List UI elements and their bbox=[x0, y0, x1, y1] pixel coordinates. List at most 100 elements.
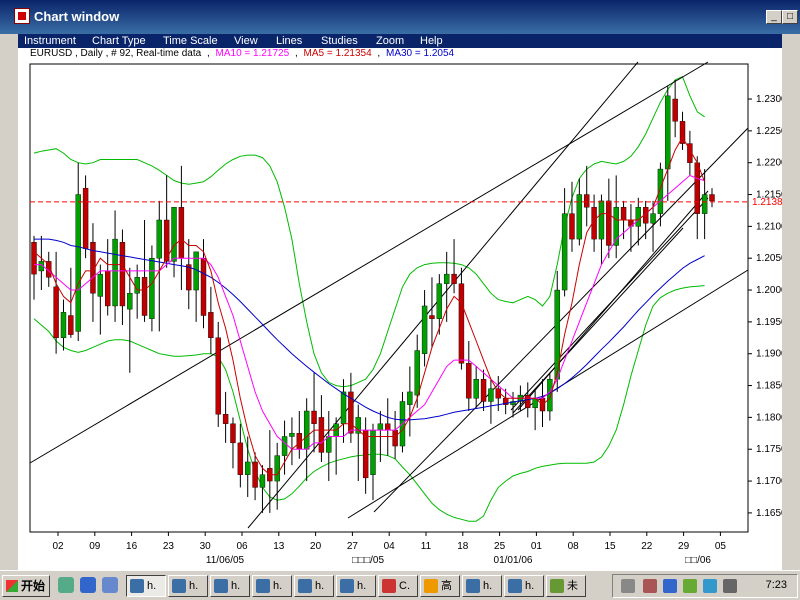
candle-body bbox=[385, 423, 391, 431]
candle-body bbox=[127, 293, 133, 310]
symbol-info: EURUSD , Daily , # 92, Real-time data bbox=[30, 48, 202, 59]
quicklaunch-desktop-icon[interactable] bbox=[58, 577, 74, 593]
menu-help[interactable]: Help bbox=[420, 34, 443, 48]
candle-body bbox=[606, 200, 612, 246]
menu-chart-type[interactable]: Chart Type bbox=[92, 34, 146, 48]
quicklaunch-media-icon[interactable] bbox=[102, 577, 118, 593]
candle-body bbox=[451, 273, 457, 284]
task-button[interactable]: h. bbox=[168, 575, 208, 597]
candle-body bbox=[245, 461, 251, 475]
candle-body bbox=[31, 242, 37, 275]
candle-body bbox=[303, 410, 310, 450]
candle-body bbox=[112, 238, 118, 307]
candle-body bbox=[407, 391, 413, 405]
menu-bar: Instrument Chart Type Time Scale View Li… bbox=[18, 34, 782, 48]
tray-icon[interactable] bbox=[643, 579, 657, 593]
candle-body bbox=[230, 423, 236, 444]
candle-body bbox=[141, 277, 148, 316]
price-chart[interactable]: 1.1650 1.1700 1.1750 1.1800 1.1850 1.1900 1.19… bbox=[18, 48, 782, 570]
x-tick-label: 25 bbox=[494, 541, 506, 552]
window-title: Chart window bbox=[34, 9, 120, 24]
y-tick-label: 1.1800 bbox=[756, 412, 782, 423]
menu-studies[interactable]: Studies bbox=[321, 34, 358, 48]
x-tick-label: 23 bbox=[163, 541, 175, 552]
y-tick-label: 1.2250 bbox=[756, 126, 782, 137]
candle-body bbox=[429, 315, 435, 319]
task-button[interactable]: h. bbox=[126, 575, 166, 597]
chart-header: EURUSD , Daily , # 92, Real-time data , … bbox=[30, 48, 455, 59]
x-tick-label: 29 bbox=[678, 541, 690, 552]
candle-body bbox=[340, 391, 347, 424]
y-tick-label: 1.2100 bbox=[756, 221, 782, 232]
candle-body bbox=[598, 200, 605, 240]
candle-body bbox=[584, 194, 590, 208]
menu-instrument[interactable]: Instrument bbox=[24, 34, 76, 48]
menu-lines[interactable]: Lines bbox=[276, 34, 302, 48]
task-button[interactable]: h. bbox=[294, 575, 334, 597]
candle-body bbox=[97, 273, 104, 297]
app-icon bbox=[14, 8, 30, 24]
trend-line bbox=[512, 227, 684, 414]
window-icon bbox=[172, 579, 186, 593]
candle-body bbox=[104, 270, 111, 307]
task-button[interactable]: h. bbox=[504, 575, 544, 597]
ma10-label: MA10 = 1.21725 bbox=[216, 48, 290, 59]
candle-body bbox=[186, 264, 192, 291]
window-icon bbox=[214, 579, 228, 593]
trend-line bbox=[29, 61, 709, 464]
candle-body bbox=[436, 283, 443, 319]
trend-line bbox=[373, 127, 749, 513]
candle-body bbox=[694, 162, 700, 214]
candle-body bbox=[362, 429, 369, 479]
tray-icon[interactable] bbox=[723, 579, 737, 593]
task-button[interactable]: 高 bbox=[420, 575, 460, 597]
x-tick-label: 11 bbox=[421, 541, 432, 552]
candle-body bbox=[252, 461, 258, 488]
window-icon bbox=[508, 579, 522, 593]
candle-body bbox=[466, 363, 472, 399]
start-button[interactable]: 开始 bbox=[2, 575, 50, 597]
candle-body bbox=[650, 213, 656, 224]
tray-icon[interactable] bbox=[683, 579, 697, 593]
window-icon bbox=[130, 579, 144, 593]
x-tick-label: 16 bbox=[126, 541, 138, 552]
window-icon bbox=[466, 579, 480, 593]
candle-body bbox=[60, 312, 67, 338]
task-button[interactable]: h. bbox=[336, 575, 376, 597]
candle-body bbox=[701, 194, 708, 214]
ma5-label: MA5 = 1.21354 bbox=[304, 48, 373, 59]
candle-body bbox=[222, 414, 229, 424]
x-tick-label: 27 bbox=[347, 541, 359, 552]
tray-icon[interactable] bbox=[663, 579, 677, 593]
x-tick-label: 15 bbox=[604, 541, 616, 552]
task-button[interactable]: h. bbox=[210, 575, 250, 597]
candle-body bbox=[134, 277, 140, 294]
candle-body bbox=[53, 286, 59, 338]
ma30-label: MA30 = 1.2054 bbox=[386, 48, 455, 59]
task-button[interactable]: h. bbox=[252, 575, 292, 597]
chart-panel[interactable]: 1.1650 1.1700 1.1750 1.1800 1.1850 1.1900 1.19… bbox=[18, 48, 782, 570]
menu-view[interactable]: View bbox=[234, 34, 258, 48]
y-tick-label: 1.2050 bbox=[756, 253, 782, 264]
candle-body bbox=[458, 283, 465, 364]
candle-body bbox=[281, 436, 288, 456]
current-price-label: 1.21385 bbox=[752, 197, 782, 208]
task-button[interactable]: 未 bbox=[546, 575, 586, 597]
task-button[interactable]: C. bbox=[378, 575, 418, 597]
x-tick-label: 09 bbox=[89, 541, 101, 552]
candle-body bbox=[237, 442, 244, 475]
x-tick-label: 05 bbox=[715, 541, 727, 552]
menu-zoom[interactable]: Zoom bbox=[376, 34, 404, 48]
candle-body bbox=[215, 337, 221, 415]
maximize-button[interactable]: □ bbox=[782, 10, 798, 24]
candle-body bbox=[355, 417, 361, 434]
tray-icon[interactable] bbox=[621, 579, 635, 593]
task-button[interactable]: h. bbox=[462, 575, 502, 597]
tray-icon[interactable] bbox=[703, 579, 717, 593]
minimize-button[interactable]: _ bbox=[766, 10, 782, 24]
menu-time-scale[interactable]: Time Scale bbox=[163, 34, 218, 48]
title-bar: Chart window _ □ bbox=[0, 0, 800, 34]
quicklaunch-ie-icon[interactable] bbox=[80, 577, 96, 593]
x-month-label: □□/06 bbox=[685, 555, 711, 566]
y-tick-label: 1.2200 bbox=[756, 158, 782, 169]
